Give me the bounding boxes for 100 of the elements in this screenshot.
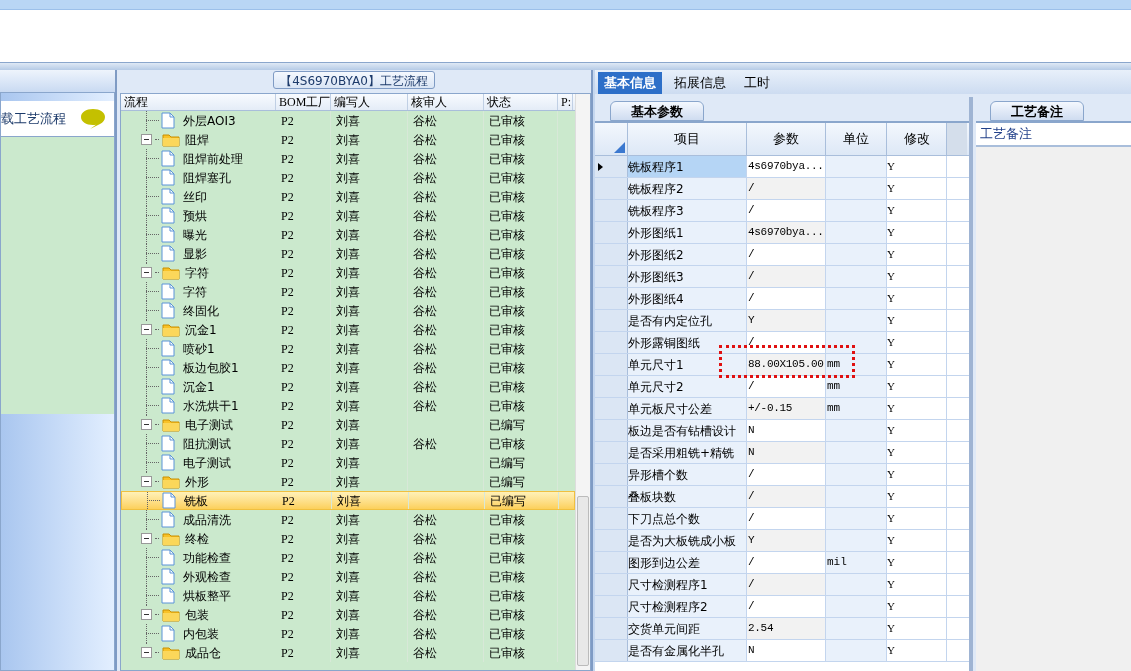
document-icon xyxy=(161,435,175,452)
table-row[interactable]: 异形槽个数 / Y xyxy=(595,464,969,486)
table-row[interactable]: 外形露铜图纸 / Y xyxy=(595,332,969,354)
tree-node-label: 电子测试 xyxy=(185,416,233,434)
table-cell-text: 外形图纸2 xyxy=(628,246,684,264)
table-row[interactable]: 外形图纸3 / Y xyxy=(595,266,969,288)
table-cell-text: 4s6970bya... xyxy=(748,225,824,241)
table-cell-text: P2 xyxy=(281,549,294,567)
tab[interactable]: 基本信息 xyxy=(598,72,662,94)
list-item[interactable]: 载工艺流程 xyxy=(1,101,114,137)
collapse-icon[interactable] xyxy=(141,533,152,544)
table-row[interactable]: 板边是否有钻槽设计 N Y xyxy=(595,420,969,442)
table-row[interactable]: 尺寸检测程序1 / Y xyxy=(595,574,969,596)
table-cell-text: 谷松 xyxy=(413,112,437,130)
tree-node-label: 沉金1 xyxy=(185,321,217,339)
table-cell-text: 谷松 xyxy=(413,321,437,339)
table-cell-text: 谷松 xyxy=(413,530,437,548)
section-header: 工艺备注 xyxy=(980,125,1032,144)
table-row[interactable]: 铣板程序1 4s6970bya... Y xyxy=(595,156,969,178)
column-header[interactable]: 项目 xyxy=(674,129,700,149)
tree-row[interactable]: 铣板 P2 刘喜 已编写 xyxy=(121,491,575,510)
table-cell-text: 谷松 xyxy=(413,264,437,282)
table-row[interactable]: 下刀点总个数 / Y xyxy=(595,508,969,530)
table-cell-text: 谷松 xyxy=(413,644,437,662)
panel-tab[interactable]: 工艺备注 xyxy=(990,101,1084,121)
table-row[interactable]: 是否有金属化半孔 N Y xyxy=(595,640,969,662)
column-header[interactable]: 单位 xyxy=(843,129,869,149)
table-cell-text: 叠板块数 xyxy=(628,488,676,506)
column-header[interactable]: P: xyxy=(561,94,571,110)
table-row[interactable]: 铣板程序2 / Y xyxy=(595,178,969,200)
table-cell-text: 谷松 xyxy=(413,207,437,225)
column-header[interactable]: 参数 xyxy=(773,129,799,149)
table-cell-text: / xyxy=(748,467,755,483)
table-cell-text: 已审核 xyxy=(489,131,525,149)
collapse-icon[interactable] xyxy=(141,324,152,335)
column-header[interactable]: 流程 xyxy=(124,94,148,110)
document-icon xyxy=(161,454,175,471)
collapse-icon[interactable] xyxy=(141,609,152,620)
table-cell-text: 谷松 xyxy=(413,226,437,244)
column-header[interactable]: 状态 xyxy=(487,94,511,110)
table-cell-text: Y xyxy=(887,379,895,395)
column-header[interactable]: 编写人 xyxy=(334,94,370,110)
tab[interactable]: 工时 xyxy=(738,72,776,94)
table-cell-text: Y xyxy=(887,577,895,593)
table-cell-text: Y xyxy=(887,313,895,329)
table-cell-text: 刘喜 xyxy=(336,378,360,396)
table-cell-text: P2 xyxy=(281,283,294,301)
table-cell-text: 4s6970bya... xyxy=(748,159,824,175)
table-cell-text: 谷松 xyxy=(413,606,437,624)
collapse-icon[interactable] xyxy=(141,267,152,278)
table-cell-text: 刘喜 xyxy=(336,625,360,643)
column-header[interactable]: BOM工厂 xyxy=(279,94,330,110)
table-row[interactable]: 外形图纸4 / Y xyxy=(595,288,969,310)
table-cell-text: Y xyxy=(887,423,895,439)
table-row[interactable]: 铣板程序3 / Y xyxy=(595,200,969,222)
collapse-icon[interactable] xyxy=(141,476,152,487)
tree-node-label: 外观检查 xyxy=(183,568,231,586)
table-row[interactable]: 外形图纸2 / Y xyxy=(595,244,969,266)
table-row[interactable]: 是否有内定位孔 Y Y xyxy=(595,310,969,332)
table-row[interactable]: 单元尺寸1 88.00X105.00 mm Y xyxy=(595,354,969,376)
table-cell-text: 刘喜 xyxy=(336,226,360,244)
document-icon xyxy=(161,549,175,566)
table-row[interactable]: 是否采用粗铣+精铣 N Y xyxy=(595,442,969,464)
table-row[interactable]: 单元尺寸2 / mm Y xyxy=(595,376,969,398)
table-cell-text: Y xyxy=(887,159,895,175)
scrollbar[interactable] xyxy=(575,94,590,670)
scroll-thumb[interactable] xyxy=(577,496,589,666)
tree-node-label: 字符 xyxy=(183,283,207,301)
tree-node-label: 功能检查 xyxy=(183,549,231,567)
table-row[interactable]: 交货单元间距 2.54 Y xyxy=(595,618,969,640)
table-row[interactable]: 单元板尺寸公差 +/-0.15 mm Y xyxy=(595,398,969,420)
table-cell-text: P2 xyxy=(281,359,294,377)
table-cell-text: 刘喜 xyxy=(336,207,360,225)
table-cell-text: 单元尺寸1 xyxy=(628,356,684,374)
table-cell-text: Y xyxy=(887,225,895,241)
tree-node-label: 终检 xyxy=(185,530,209,548)
document-icon xyxy=(161,150,175,167)
table-cell-text: 已审核 xyxy=(489,397,525,415)
table-cell-text: 刘喜 xyxy=(336,454,360,472)
table-cell-text: 单元板尺寸公差 xyxy=(628,400,712,418)
table-row[interactable]: 图形到边公差 / mil Y xyxy=(595,552,969,574)
tab[interactable]: 拓展信息 xyxy=(668,72,732,94)
collapse-icon[interactable] xyxy=(141,134,152,145)
panel-tab[interactable]: 基本参数 xyxy=(610,101,704,121)
table-row[interactable]: 外形图纸1 4s6970bya... Y xyxy=(595,222,969,244)
table-cell-text: Y xyxy=(887,335,895,351)
tree-node-label: 成品清洗 xyxy=(183,511,231,529)
table-row[interactable]: 是否为大板铣成小板 Y Y xyxy=(595,530,969,552)
table-cell-text: 已审核 xyxy=(489,188,525,206)
table-cell-text: 是否有金属化半孔 xyxy=(628,642,724,660)
document-icon xyxy=(161,568,175,585)
table-row[interactable]: 叠板块数 / Y xyxy=(595,486,969,508)
column-header[interactable]: 核审人 xyxy=(411,94,447,110)
collapse-icon[interactable] xyxy=(141,419,152,430)
table-cell-text: 刘喜 xyxy=(336,283,360,301)
collapse-icon[interactable] xyxy=(141,647,152,658)
column-header[interactable]: 修改 xyxy=(903,129,930,149)
document-icon xyxy=(161,587,175,604)
table-row[interactable]: 尺寸检测程序2 / Y xyxy=(595,596,969,618)
document-icon xyxy=(161,207,175,224)
